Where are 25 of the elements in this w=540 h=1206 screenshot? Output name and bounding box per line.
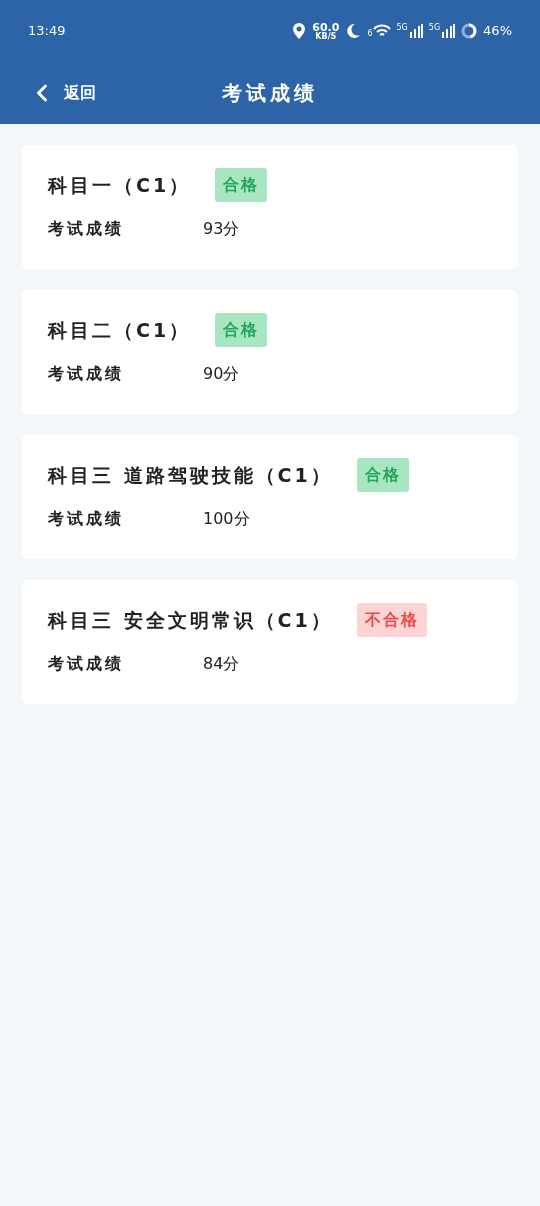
score-label: 考试成绩	[48, 363, 125, 385]
subject-title: 科目三 道路驾驶技能（C1）	[48, 462, 333, 488]
battery-level: 46%	[483, 22, 512, 41]
status-badge: 不合格	[356, 603, 427, 637]
score-value: 93分	[203, 218, 240, 240]
speed-unit: KB/S	[315, 32, 337, 41]
score-value: 90分	[203, 363, 240, 385]
status-badge: 合格	[215, 313, 268, 347]
score-label: 考试成绩	[48, 508, 125, 530]
status-badge: 合格	[356, 458, 409, 492]
subject-title: 科目一（C1）	[48, 172, 192, 198]
network-speed: 60.0	[312, 21, 340, 33]
back-button[interactable]: 返回	[28, 79, 96, 107]
subject-title: 科目三 安全文明常识（C1）	[48, 607, 333, 633]
status-badge: 合格	[215, 168, 268, 202]
score-label: 考试成绩	[48, 653, 125, 675]
location-icon	[292, 23, 307, 39]
subject-title: 科目二（C1）	[48, 317, 192, 343]
score-value: 100分	[203, 508, 250, 530]
page-title: 考试成绩	[222, 80, 318, 107]
moon-icon	[345, 23, 362, 39]
status-time: 13:49	[28, 22, 66, 41]
score-value: 84分	[203, 653, 240, 675]
battery-icon	[461, 23, 478, 39]
score-label: 考试成绩	[48, 218, 125, 240]
